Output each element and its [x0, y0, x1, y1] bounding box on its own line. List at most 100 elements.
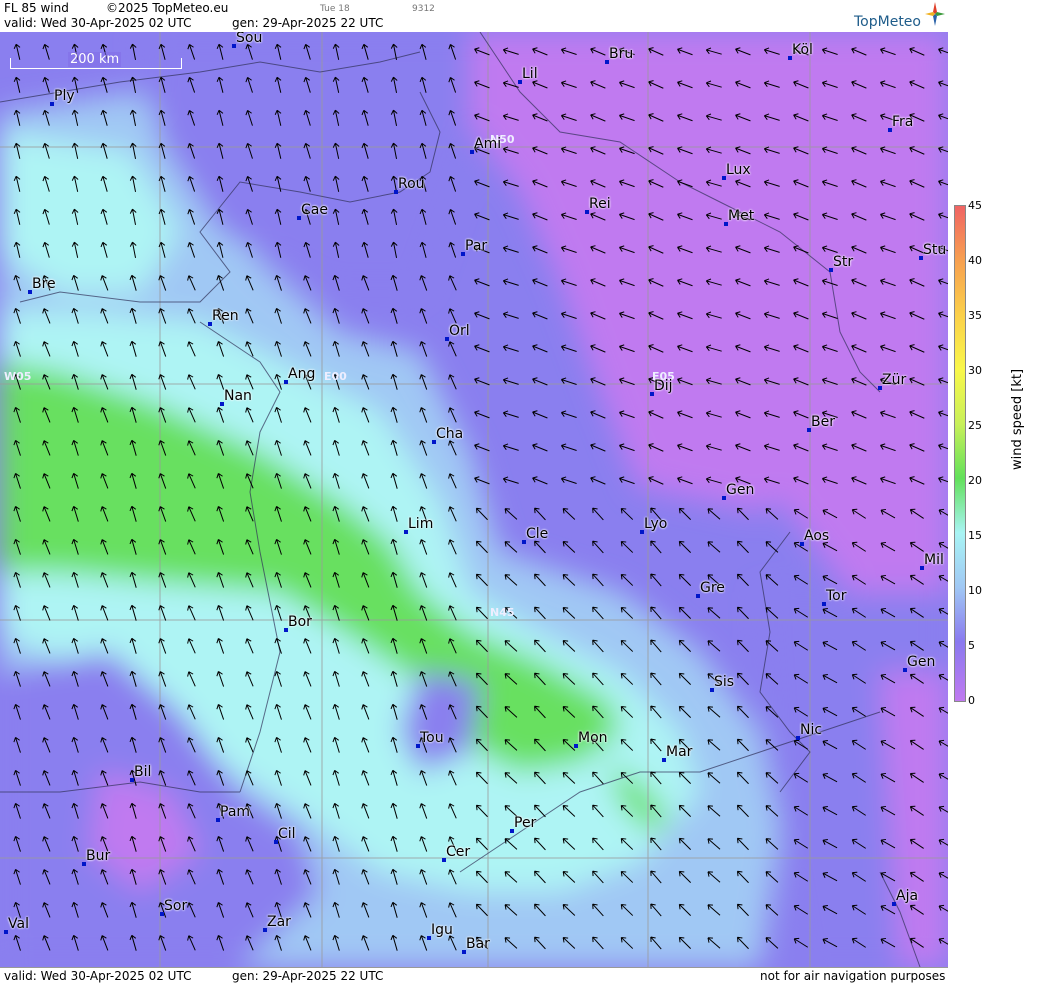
wind-arrow [42, 836, 51, 852]
wind-arrow [245, 175, 253, 192]
wind-arrow [448, 671, 457, 687]
wind-arrow [274, 538, 282, 555]
wind-arrow [648, 113, 664, 122]
wind-arrow [763, 80, 780, 88]
wind-arrow [390, 109, 398, 126]
wind-arrow [909, 838, 924, 849]
wind-arrow [534, 837, 546, 851]
wind-arrow [390, 472, 398, 489]
wind-arrow [880, 179, 896, 188]
wind-arrow [880, 772, 896, 783]
wind-arrow [678, 639, 692, 653]
wind-arrow [332, 637, 340, 654]
wind-arrow [851, 278, 867, 287]
wind-arrow [880, 476, 896, 485]
wind-arrow [474, 311, 490, 320]
wind-arrow [650, 936, 662, 950]
wind-arrow [707, 904, 721, 916]
wind-arrow [216, 506, 225, 522]
wind-arrow [187, 572, 196, 588]
wind-arrow [851, 838, 866, 849]
wind-arrow [448, 209, 457, 225]
wind-arrow [650, 573, 662, 587]
wind-arrow [245, 836, 254, 852]
wind-arrow [735, 443, 751, 452]
wind-arrow [504, 739, 518, 751]
city-label: Bre [32, 276, 56, 292]
wind-arrow [502, 245, 519, 253]
wind-arrow [129, 109, 137, 126]
wind-arrow [332, 736, 340, 753]
wind-arrow [562, 706, 576, 718]
city-label: Rei [589, 196, 611, 212]
wind-arrow [880, 212, 896, 221]
wind-arrow [216, 43, 224, 60]
wind-arrow [274, 406, 282, 423]
wind-arrow [361, 671, 370, 687]
wind-arrow [129, 208, 137, 225]
wind-arrow [562, 871, 576, 883]
wind-arrow [851, 739, 866, 750]
wind-arrow [245, 241, 253, 258]
wind-arrow [158, 341, 167, 357]
wind-arrow [793, 311, 809, 320]
wind-arrow [71, 472, 79, 489]
wind-arrow [534, 705, 546, 719]
wind-arrow [13, 604, 21, 621]
wind-arrow [677, 179, 693, 188]
wind-arrow [619, 344, 635, 353]
wind-arrow [678, 870, 692, 884]
wind-arrow [361, 473, 370, 489]
wind-arrow [590, 344, 606, 353]
wind-arrow [851, 377, 867, 386]
wind-arrow [187, 836, 196, 852]
wind-arrow [793, 607, 809, 618]
wind-arrow [100, 539, 109, 555]
wind-arrow [677, 311, 693, 320]
wind-arrow [677, 410, 693, 419]
wind-arrow [765, 673, 779, 685]
wind-arrow [332, 439, 340, 456]
wind-arrow [938, 212, 948, 221]
wind-arrow [100, 341, 109, 357]
wind-arrow [650, 804, 662, 818]
brand-logo-text: TopMeteo [854, 14, 921, 30]
wind-arrow [216, 175, 224, 192]
wind-arrow [532, 377, 548, 386]
wind-arrow [938, 113, 948, 122]
wind-arrow [821, 146, 838, 154]
wind-arrow [677, 344, 693, 353]
wind-arrow [590, 278, 606, 287]
city-label: Dij [654, 378, 673, 394]
wind-arrow [560, 344, 577, 352]
wind-arrow [474, 377, 490, 386]
wind-arrow [129, 373, 137, 390]
wind-arrow [13, 835, 21, 852]
wind-arrow [707, 937, 721, 949]
wind-arrow [42, 770, 51, 786]
wind-arrow [562, 673, 576, 685]
wind-arrow [822, 706, 838, 717]
wind-arrow [42, 638, 51, 654]
wind-arrow [793, 805, 809, 816]
wind-arrow [880, 541, 896, 552]
wind-arrow [619, 278, 635, 287]
wind-arrow [880, 344, 896, 353]
wind-arrow [793, 245, 809, 254]
wind-map[interactable]: 200 km N50 W05 E00 E05 N45 Sou Bru Köl Ply L… [0, 32, 948, 967]
wind-arrow [821, 80, 838, 88]
legend-tick-label: 0 [968, 694, 975, 707]
wind-arrow [705, 410, 722, 418]
wind-arrow [504, 772, 518, 784]
wind-arrow [158, 869, 167, 885]
wind-arrow [735, 80, 751, 89]
city-label: Per [514, 815, 537, 831]
wind-arrow [100, 175, 108, 192]
wind-arrow [534, 606, 546, 620]
wind-arrow [448, 902, 457, 918]
wind-arrow [361, 737, 370, 753]
wind-arrow [71, 505, 79, 522]
wind-arrow [187, 407, 196, 423]
wind-arrow [303, 275, 312, 291]
wind-arrow [13, 934, 21, 951]
